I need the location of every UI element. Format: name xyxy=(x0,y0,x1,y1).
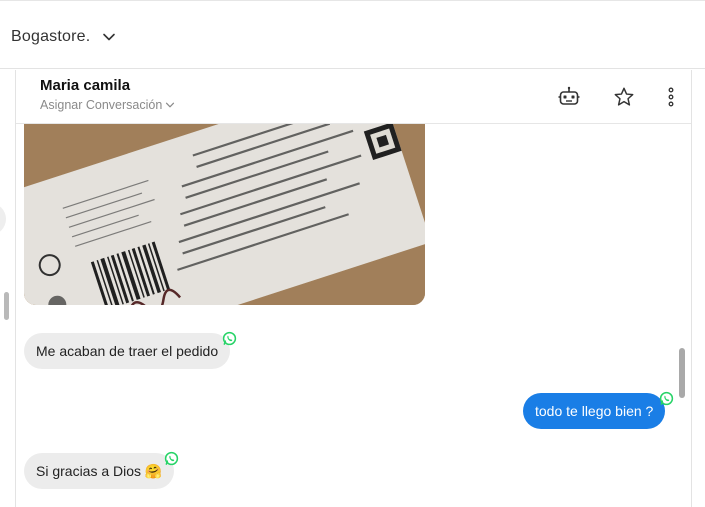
message-list: Me acaban de traer el pedido todo te lle… xyxy=(16,124,691,507)
message-text: todo te llego bien ? xyxy=(535,403,654,419)
assign-conversation-label: Asignar Conversación xyxy=(40,98,163,112)
photo-shipping-label xyxy=(24,124,425,305)
chat-panel: Maria camila Asignar Conversación Me aca… xyxy=(15,70,692,507)
whatsapp-icon xyxy=(222,331,237,346)
message-text: Si gracias a Dios 🤗 xyxy=(36,463,163,479)
store-name: Bogastore. xyxy=(11,28,91,45)
contact-name: Maria camila xyxy=(40,77,131,94)
message-text: Me acaban de traer el pedido xyxy=(36,343,219,359)
chevron-down-icon xyxy=(166,102,175,108)
chevron-down-icon xyxy=(103,33,116,41)
outgoing-message: todo te llego bien ? xyxy=(523,393,666,429)
left-scrollbar-thumb[interactable] xyxy=(4,292,9,320)
store-selector[interactable]: Bogastore. xyxy=(11,25,116,49)
image-message[interactable] xyxy=(24,124,425,305)
assign-conversation-dropdown[interactable]: Asignar Conversación xyxy=(40,98,175,112)
robot-icon[interactable] xyxy=(556,84,582,110)
whatsapp-icon xyxy=(164,451,179,466)
more-vertical-icon[interactable] xyxy=(658,84,684,110)
partial-list-item[interactable] xyxy=(0,203,6,235)
chat-scrollbar-thumb[interactable] xyxy=(679,348,685,398)
top-bar: Bogastore. xyxy=(0,0,705,69)
conversation-list-edge xyxy=(0,70,15,507)
chat-header: Maria camila Asignar Conversación xyxy=(16,70,691,124)
whatsapp-icon xyxy=(659,391,674,406)
star-icon[interactable] xyxy=(611,84,637,110)
incoming-message: Si gracias a Dios 🤗 xyxy=(24,453,175,489)
incoming-message: Me acaban de traer el pedido xyxy=(24,333,231,369)
